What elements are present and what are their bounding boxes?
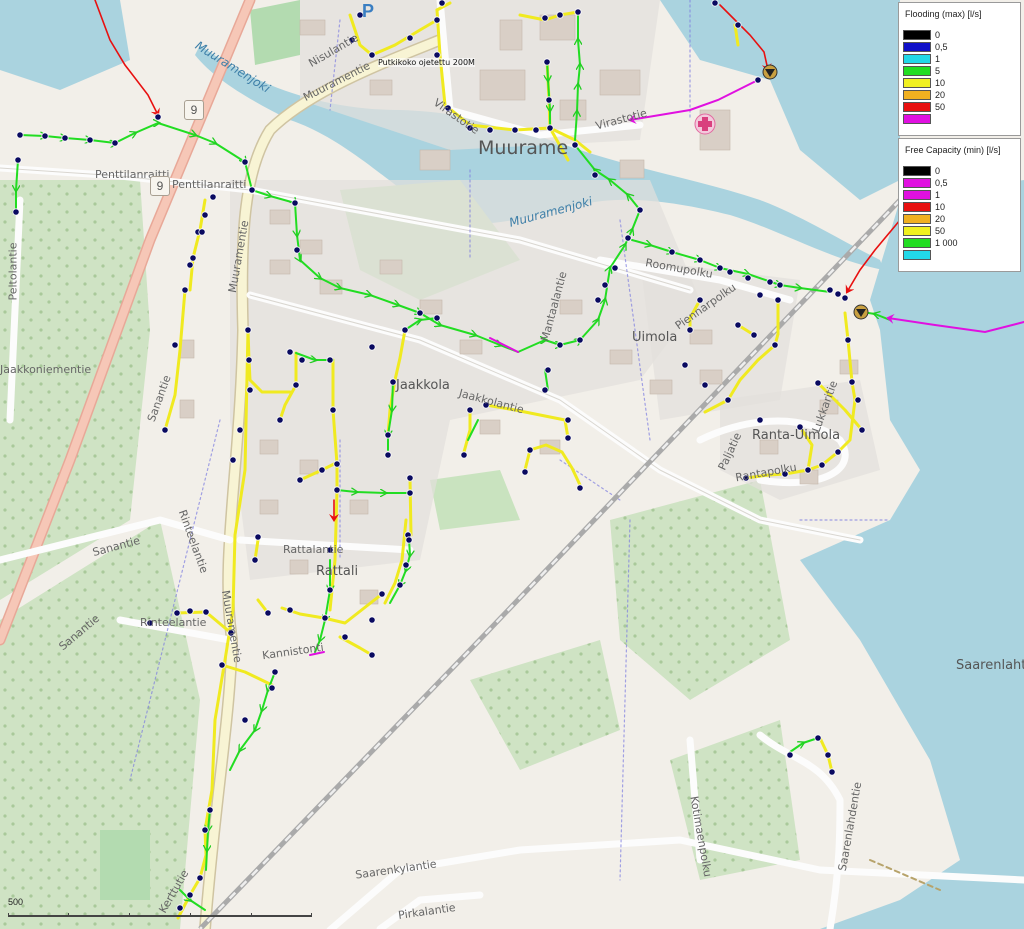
legend-label: 10 xyxy=(935,202,946,212)
legend-flooding: Flooding (max) [l/s] 0 0,5 1 5 10 20 50 xyxy=(898,2,1021,136)
scale-line xyxy=(8,915,312,917)
scale-label: 500 xyxy=(8,897,24,907)
legend-label: 50 xyxy=(935,102,946,112)
legend-item: 1 xyxy=(903,53,1020,65)
legend-swatch xyxy=(903,54,931,64)
sports-field-south xyxy=(100,830,150,900)
hospital-icon xyxy=(694,113,716,135)
scale-tick xyxy=(251,913,252,917)
legend-swatch xyxy=(903,66,931,76)
legend-item: 10 xyxy=(903,77,1020,89)
legend-label: 1 xyxy=(935,54,941,64)
legend-label: 50 xyxy=(935,226,946,236)
legend-swatch xyxy=(903,178,931,188)
legend-item: 50 xyxy=(903,225,1020,237)
legend-swatch xyxy=(903,250,931,260)
legend-label: 20 xyxy=(935,214,946,224)
scale-tick xyxy=(190,913,191,917)
legend-item: 0 xyxy=(903,29,1020,41)
scale-tick xyxy=(68,913,69,917)
legend-label: 5 xyxy=(935,66,941,76)
parking-icon: P xyxy=(362,1,374,21)
legend-label: 1 xyxy=(935,190,941,200)
legend-flooding-title: Flooding (max) [l/s] xyxy=(905,9,982,19)
legend-swatch xyxy=(903,42,931,52)
legend-item: 10 xyxy=(903,201,1020,213)
legend-swatch xyxy=(903,190,931,200)
legend-item: 20 xyxy=(903,213,1020,225)
legend-item: 1 000 xyxy=(903,237,1020,249)
legend-swatch xyxy=(903,90,931,100)
legend-label: 0,5 xyxy=(935,178,948,188)
legend-swatch xyxy=(903,166,931,176)
legend-item: 1 xyxy=(903,189,1020,201)
legend-item xyxy=(903,113,1020,125)
legend-capacity-title: Free Capacity (min) [l/s] xyxy=(905,145,1001,155)
legend-swatch xyxy=(903,238,931,248)
legend-swatch xyxy=(903,102,931,112)
legend-item: 0 xyxy=(903,165,1020,177)
legend-swatch xyxy=(903,202,931,212)
legend-swatch xyxy=(903,114,931,124)
legend-free-capacity: Free Capacity (min) [l/s] 0 0,5 1 10 20 … xyxy=(898,138,1021,272)
legend-label: 0,5 xyxy=(935,42,948,52)
legend-label: 10 xyxy=(935,78,946,88)
scale-bar: 500 xyxy=(6,897,316,923)
legend-label: 20 xyxy=(935,90,946,100)
legend-label: 1 000 xyxy=(935,238,958,248)
legend-item: 5 xyxy=(903,65,1020,77)
legend-item xyxy=(903,249,1020,261)
legend-item: 50 xyxy=(903,101,1020,113)
scale-tick xyxy=(311,913,312,917)
road-shield: 9 xyxy=(184,100,204,120)
legend-swatch xyxy=(903,30,931,40)
svg-text:P: P xyxy=(362,1,374,21)
road-shield: 9 xyxy=(150,176,170,196)
legend-label: 0 xyxy=(935,166,941,176)
map-view[interactable]: P Nisulantie Muuramentie Virastotie Vira… xyxy=(0,0,1024,929)
legend-swatch xyxy=(903,226,931,236)
legend-item: 0,5 xyxy=(903,177,1020,189)
sports-field-north xyxy=(250,0,300,65)
scale-tick xyxy=(129,913,130,917)
legend-item: 0,5 xyxy=(903,41,1020,53)
legend-swatch xyxy=(903,78,931,88)
legend-swatch xyxy=(903,214,931,224)
map-canvas[interactable]: P xyxy=(0,0,1024,929)
scale-tick xyxy=(8,913,9,917)
legend-label: 0 xyxy=(935,30,941,40)
legend-item: 20 xyxy=(903,89,1020,101)
